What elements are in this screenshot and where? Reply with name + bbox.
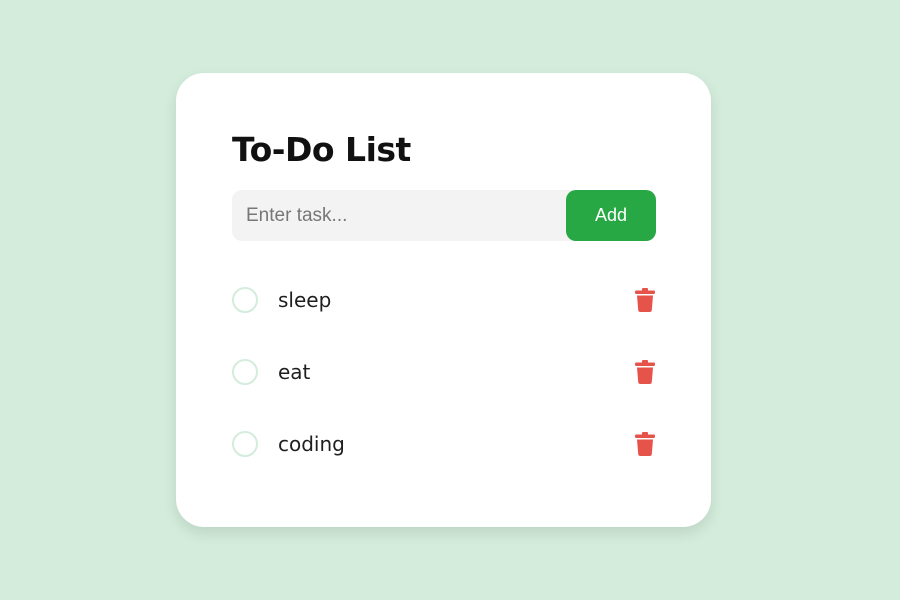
trash-icon-svg (635, 360, 655, 384)
circle-outline-icon[interactable] (232, 359, 258, 385)
todo-card: To-Do List Add sleep eat (176, 73, 711, 527)
list-item: coding (232, 408, 656, 480)
task-text: sleep (278, 288, 332, 312)
list-item: sleep (232, 264, 656, 336)
trash-icon[interactable] (634, 360, 656, 384)
trash-icon[interactable] (634, 432, 656, 456)
page-title: To-Do List (232, 130, 411, 169)
trash-icon-svg (635, 432, 655, 456)
circle-outline-icon[interactable] (232, 431, 258, 457)
task-list: sleep eat coding (232, 264, 656, 480)
list-item: eat (232, 336, 656, 408)
circle-outline-icon[interactable] (232, 287, 258, 313)
trash-icon-svg (635, 288, 655, 312)
task-text: eat (278, 360, 311, 384)
task-input-row: Add (232, 190, 656, 241)
add-button[interactable]: Add (566, 190, 656, 241)
trash-icon[interactable] (634, 288, 656, 312)
task-text: coding (278, 432, 345, 456)
task-input[interactable] (232, 190, 566, 241)
